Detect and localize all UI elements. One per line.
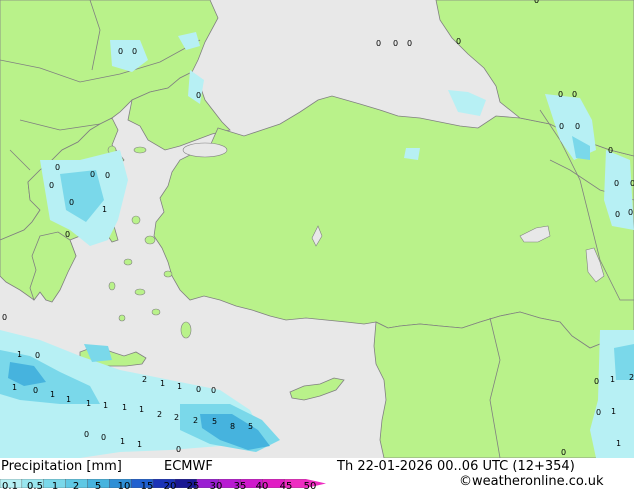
precip-value-label: 5 [212, 417, 217, 426]
precip-value-label: 0 [596, 408, 601, 417]
precip-value-label: 0 [65, 230, 70, 239]
precip-value-label: 0 [594, 377, 599, 386]
legend-tick-label: 35 [233, 481, 247, 492]
precip-value-label: 0 [572, 90, 577, 99]
precip-value-label: 1 [610, 375, 615, 384]
legend-tick-label: 15 [140, 481, 154, 492]
precip-value-label: 0 [561, 448, 566, 457]
precip-value-label: 1 [86, 399, 91, 408]
precip-value-label: 1 [177, 382, 182, 391]
precip-value-label: 2 [629, 373, 634, 382]
precip-value-label: 1 [17, 350, 22, 359]
precip-value-label: 1 [120, 437, 125, 446]
legend-tick-label: 5 [94, 481, 102, 492]
precip-value-label: 0 [456, 37, 461, 46]
legend-tick-label: 30 [209, 481, 223, 492]
precip-value-label: 0 [2, 313, 7, 322]
legend-tick-label: 10 [117, 481, 131, 492]
footer-datetime: Th 22-01-2026 00..06 UTC (12+354) [337, 459, 575, 474]
precip-value-label: 0 [407, 39, 412, 48]
precip-value-label: 0 [196, 385, 201, 394]
precip-value-label: 1 [50, 390, 55, 399]
precip-value-label: 0 [49, 181, 54, 190]
precip-value-label: 1 [122, 403, 127, 412]
precip-value-label: 0 [614, 179, 619, 188]
precip-value-label: 0 [176, 445, 181, 454]
precip-value-label: 0 [35, 351, 40, 360]
precip-value-label: 0 [615, 210, 620, 219]
precip-value-label: 0 [101, 433, 106, 442]
precip-value-label: 1 [616, 439, 621, 448]
precipitation-map: 0 0 0 0 0 0 0 0 0 0 0 0 0 0 0 0 0 0 0 0 0 0 1 0 0 1 0 2 1 1 0 0 1 0 1 1 1 1 1 1… [0, 0, 634, 458]
precip-value-label: 0 [90, 170, 95, 179]
precip-value-label: 1 [103, 401, 108, 410]
precip-value-label: 1 [66, 395, 71, 404]
precip-value-label: 2 [157, 410, 162, 419]
precip-value-label: 2 [142, 375, 147, 384]
legend-tick-label: 45 [279, 481, 293, 492]
legend-tick-label: 25 [186, 481, 200, 492]
precip-value-label: 0 [132, 47, 137, 56]
precip-value-label: 1 [137, 440, 142, 449]
precip-value-label: 2 [174, 413, 179, 422]
precip-value-label: 0 [84, 430, 89, 439]
legend-tick-label: 40 [255, 481, 269, 492]
precip-value-label: 0 [630, 179, 634, 188]
footer-model: ECMWF [164, 459, 213, 474]
footer-credit: ©weatheronline.co.uk [459, 474, 604, 489]
precip-value-label: 0 [575, 122, 580, 131]
legend-tick-label: 0.1 [2, 481, 18, 492]
legend-tick-label: 0.5 [27, 481, 43, 492]
precip-value-label: 0 [628, 208, 633, 217]
precip-value-label: 0 [534, 0, 539, 5]
precip-value-label: 0 [608, 146, 613, 155]
precip-value-label: 2 [193, 416, 198, 425]
precip-value-label: 1 [102, 205, 107, 214]
legend-tick-label: 50 [303, 481, 317, 492]
precip-value-label: 0 [558, 90, 563, 99]
precip-value-label: 8 [230, 422, 235, 431]
precip-value-label: 1 [139, 405, 144, 414]
precip-value-label: 0 [196, 91, 201, 100]
precip-value-label: 0 [69, 198, 74, 207]
precip-value-label: 0 [211, 386, 216, 395]
footer-title: Precipitation [mm] [1, 459, 122, 474]
precip-value-label: 0 [55, 163, 60, 172]
precip-value-label: 0 [376, 39, 381, 48]
precip-value-label: 1 [611, 407, 616, 416]
precip-value-label: 1 [12, 383, 17, 392]
legend-tick-label: 2 [72, 481, 80, 492]
precip-value-label: 0 [105, 171, 110, 180]
precip-value-label: 0 [393, 39, 398, 48]
legend-tick-label: 20 [163, 481, 177, 492]
legend-tick-label: 1 [51, 481, 59, 492]
precip-value-label: 5 [248, 422, 253, 431]
map-canvas: 0 0 0 0 0 0 0 0 0 0 0 0 0 0 0 0 0 0 0 0 0 0 1 0 0 1 0 2 1 1 0 0 1 0 1 1 1 1 1 1… [0, 0, 634, 458]
precip-value-label: 0 [118, 47, 123, 56]
precip-value-label: 1 [160, 379, 165, 388]
precip-value-label: 0 [559, 122, 564, 131]
precip-value-label: 0 [33, 386, 38, 395]
